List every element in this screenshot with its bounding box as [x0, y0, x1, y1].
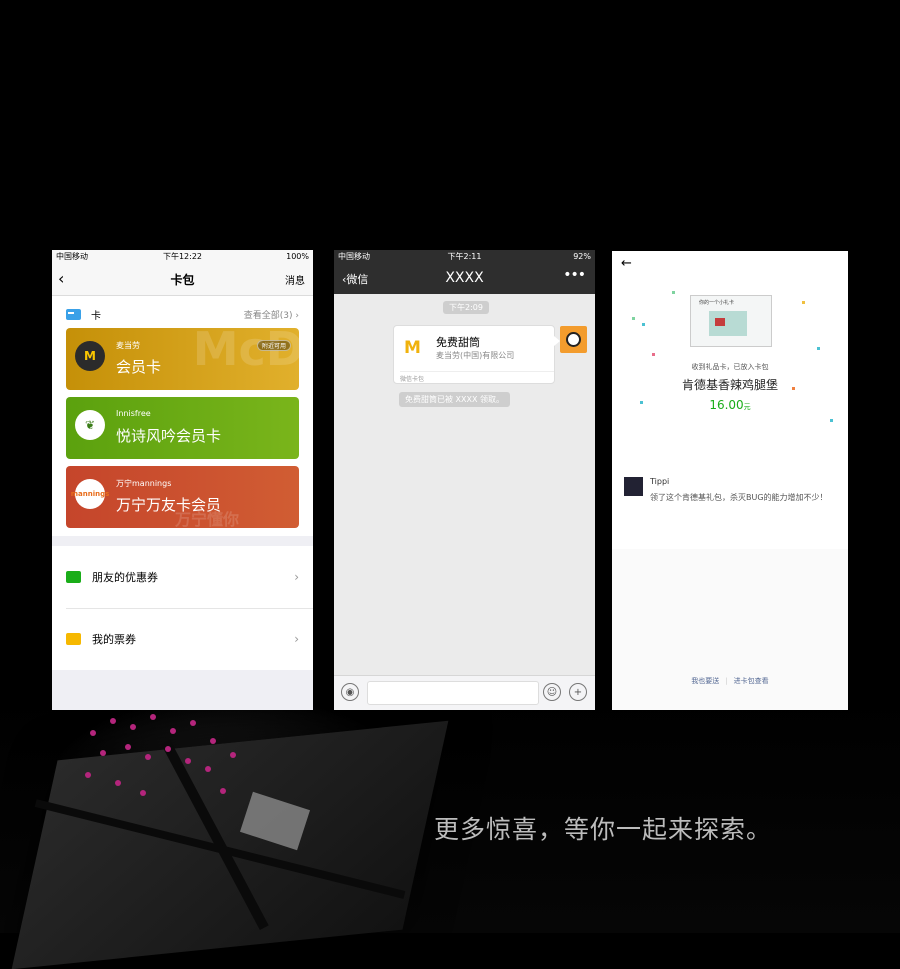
card-message-bubble[interactable]: M 免费甜筒 麦当劳(中国)有限公司 微信卡包 — [393, 325, 560, 384]
list-item-friend-coupons[interactable]: 朋友的优惠券 › — [52, 546, 313, 608]
plus-icon[interactable]: + — [569, 683, 587, 701]
confetti-decoration — [632, 317, 635, 320]
message-timestamp: 下午2:09 — [443, 301, 489, 314]
mannings-member-card[interactable]: 万宁懂你 mannings 万宁mannings 万宁万友卡会员 — [66, 466, 299, 528]
chevron-right-icon: › — [294, 570, 299, 584]
list-item-label: 朋友的优惠券 — [92, 571, 158, 584]
coupon-icon — [66, 571, 81, 583]
messages-button[interactable]: 消息 — [285, 272, 305, 287]
footer-actions: 我也要送 | 进卡包查看 — [612, 676, 848, 686]
card-watermark: McD — [192, 328, 299, 376]
view-all-link[interactable]: 查看全部(3) › — [244, 308, 299, 321]
phone-card-wallet: 中国移动 下午12:22 100% ‹ 卡包 消息 卡 查看全部(3) › Mc… — [52, 250, 313, 710]
mcdonalds-logo-icon: M — [404, 338, 421, 358]
confetti-decoration — [652, 353, 655, 356]
status-bar: 中国移动 下午2:11 92% — [334, 250, 595, 263]
list-item-my-tickets[interactable]: 我的票券 › — [52, 608, 313, 670]
innisfree-member-card[interactable]: ❦ Innisfree 悦诗风吟会员卡 — [66, 397, 299, 459]
avatar[interactable] — [560, 326, 587, 353]
divider: | — [725, 677, 728, 685]
confetti-decoration — [642, 323, 645, 326]
mcdonalds-member-card[interactable]: McD M 麦当劳 会员卡 附近可用 — [66, 328, 299, 390]
coupon-list: 朋友的优惠券 › 我的票券 › — [52, 546, 313, 670]
nearby-badge: 附近可用 — [256, 340, 291, 351]
card-name: 悦诗风吟会员卡 — [116, 427, 222, 445]
avatar — [624, 477, 643, 496]
comment-text: 领了这个肯德基礼包，杀灭BUG的能力增加不少！ — [650, 493, 828, 502]
more-icon[interactable]: ••• — [563, 267, 586, 283]
status-time: 下午12:22 — [162, 252, 203, 261]
received-text: 收到礼品卡，已放入卡包 — [691, 363, 769, 371]
chat-input-bar: ◉ ☺ + — [334, 675, 595, 710]
innisfree-logo-icon: ❦ — [75, 410, 105, 440]
gift-card-illustration: 你的一个小礼卡 — [690, 295, 772, 347]
mcdonalds-logo-icon: M — [75, 341, 105, 371]
card-brand: 万宁mannings — [116, 479, 172, 488]
price-value: 16.00 — [709, 398, 744, 412]
gift-price: 16.00元 — [612, 398, 848, 412]
price-unit: 元 — [743, 403, 751, 411]
send-gift-link[interactable]: 我也要送 — [691, 677, 719, 685]
nav-bar: ‹微信 XXXX ••• — [334, 263, 595, 294]
message-subtitle: 麦当劳(中国)有限公司 — [436, 351, 515, 360]
comment-user: Tippi — [650, 477, 670, 486]
voice-icon[interactable]: ◉ — [341, 683, 359, 701]
chat-title: XXXX — [445, 270, 484, 286]
status-time: 下午2:11 — [447, 252, 482, 261]
confetti-decoration — [672, 291, 675, 294]
emoji-icon[interactable]: ☺ — [543, 683, 561, 701]
phone-chat: 中国移动 下午2:11 92% ‹微信 XXXX ••• 下午2:09 M 免费… — [334, 250, 595, 710]
gift-card-caption: 你的一个小礼卡 — [699, 300, 735, 306]
card-brand: Innisfree — [116, 409, 151, 418]
page-title: 卡包 — [170, 273, 195, 287]
mannings-logo-icon: mannings — [71, 479, 109, 509]
status-bar: 中国移动 下午12:22 100% — [52, 250, 313, 263]
confetti-decoration — [830, 419, 833, 422]
cards-header: 卡 查看全部(3) › — [66, 304, 299, 324]
message-input[interactable] — [367, 681, 539, 705]
nav-bar: ‹ 卡包 消息 — [52, 263, 313, 296]
card-name: 会员卡 — [116, 358, 162, 376]
message-title: 免费甜筒 — [436, 336, 480, 349]
system-message: 免费甜筒已被 XXXX 领取。 — [399, 392, 511, 407]
cards-label: 卡 — [91, 310, 101, 322]
ticket-icon — [66, 633, 81, 645]
message-footer: 微信卡包 — [400, 371, 554, 383]
back-arrow-icon[interactable]: ← — [621, 256, 632, 271]
card-icon — [66, 308, 81, 320]
phone-gift-card: ← 你的一个小礼卡 收到礼品卡，已放入卡包 肯德基香辣鸡腿堡 16.00元 Ti… — [612, 251, 848, 710]
card-brand: 麦当劳 — [116, 341, 140, 350]
tagline: 更多惊喜，等你一起来探索。 — [434, 815, 773, 844]
view-in-wallet-link[interactable]: 进卡包查看 — [734, 677, 769, 685]
confetti-decoration — [817, 347, 820, 350]
gift-name: 肯德基香辣鸡腿堡 — [681, 378, 778, 392]
confetti-decoration — [802, 301, 805, 304]
list-item-label: 我的票券 — [92, 633, 136, 646]
flower-decoration — [70, 710, 260, 830]
footer-area: 我也要送 | 进卡包查看 — [612, 549, 848, 710]
cards-section: 卡 查看全部(3) › McD M 麦当劳 会员卡 附近可用 ❦ Innisfr… — [52, 296, 313, 536]
card-name: 万宁万友卡会员 — [116, 496, 222, 514]
chevron-right-icon: › — [294, 632, 299, 646]
